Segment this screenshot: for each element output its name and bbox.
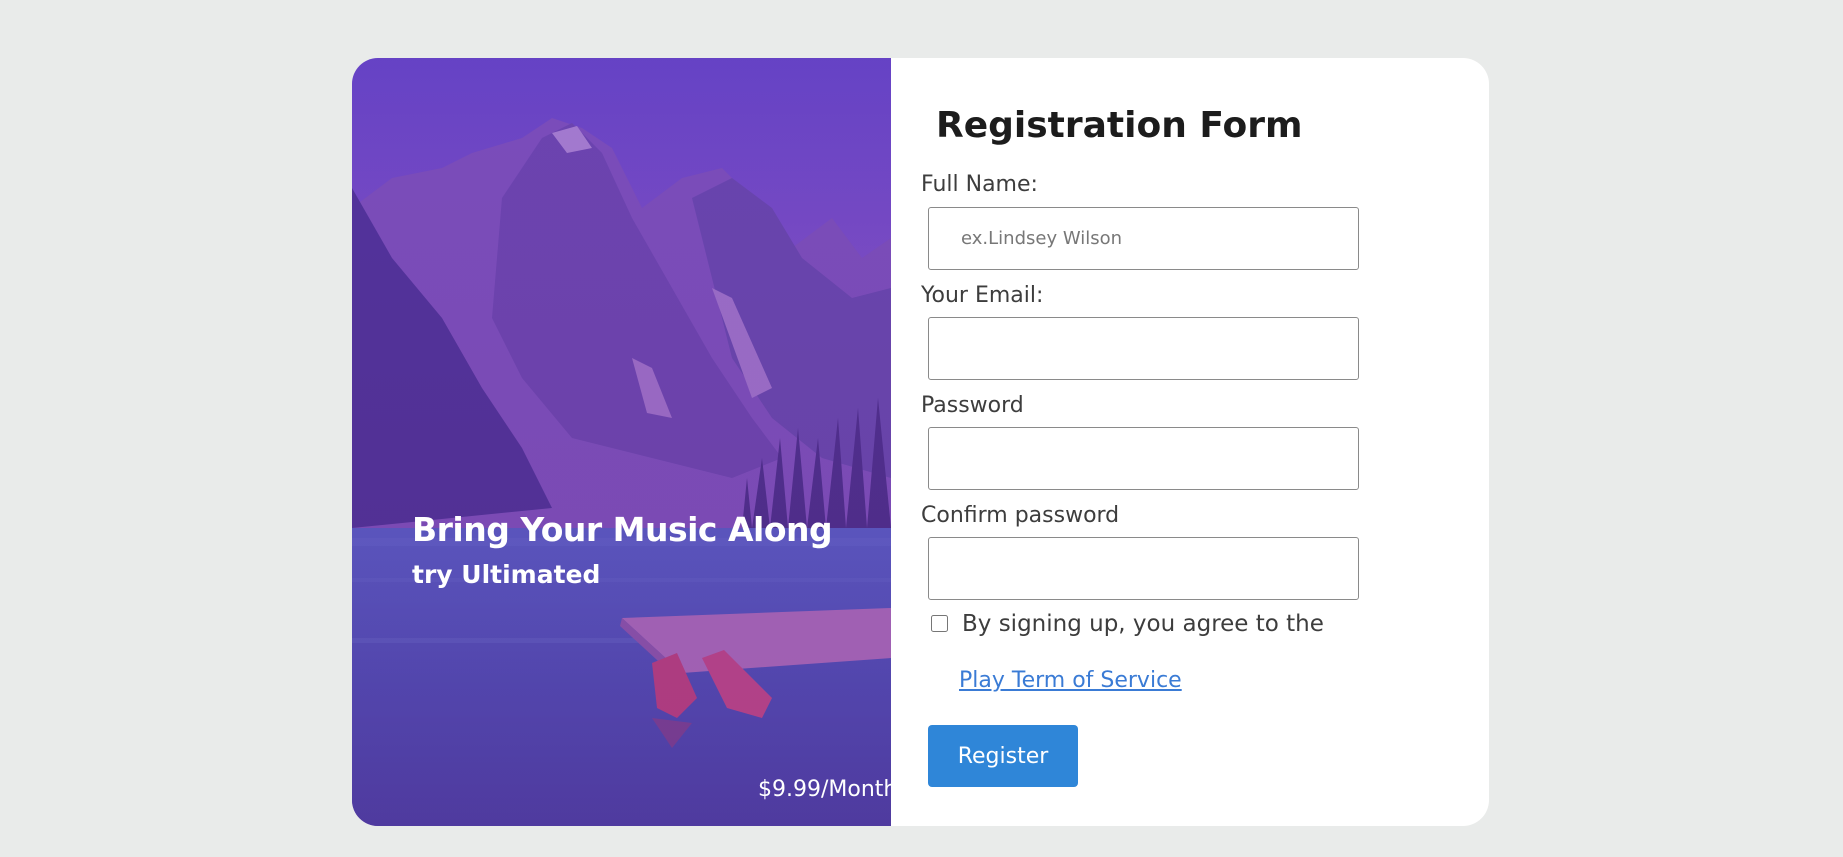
terms-agree-text: By signing up, you agree to the — [962, 611, 1324, 637]
password-label: Password — [921, 393, 1024, 418]
hero-subheadline: try Ultimated — [412, 560, 601, 589]
email-input[interactable] — [928, 317, 1359, 380]
hero-headline: Bring Your Music Along — [412, 510, 833, 549]
registration-card: Bring Your Music Along try Ultimated $9.… — [352, 58, 1489, 826]
email-label: Your Email: — [921, 283, 1044, 308]
registration-form: Registration Form Full Name: Your Email:… — [891, 58, 1489, 826]
register-button[interactable]: Register — [928, 725, 1078, 787]
price-label: $9.99/Month — [758, 777, 891, 802]
full-name-input[interactable] — [928, 207, 1359, 270]
terms-of-service-link[interactable]: Play Term of Service — [959, 667, 1182, 695]
hero-panel: Bring Your Music Along try Ultimated $9.… — [352, 58, 891, 826]
password-input[interactable] — [928, 427, 1359, 490]
form-title: Registration Form — [936, 105, 1303, 146]
confirm-password-input[interactable] — [928, 537, 1359, 600]
full-name-label: Full Name: — [921, 172, 1038, 197]
hero-background-image — [352, 58, 891, 826]
terms-checkbox[interactable] — [931, 615, 948, 632]
confirm-password-label: Confirm password — [921, 503, 1120, 528]
